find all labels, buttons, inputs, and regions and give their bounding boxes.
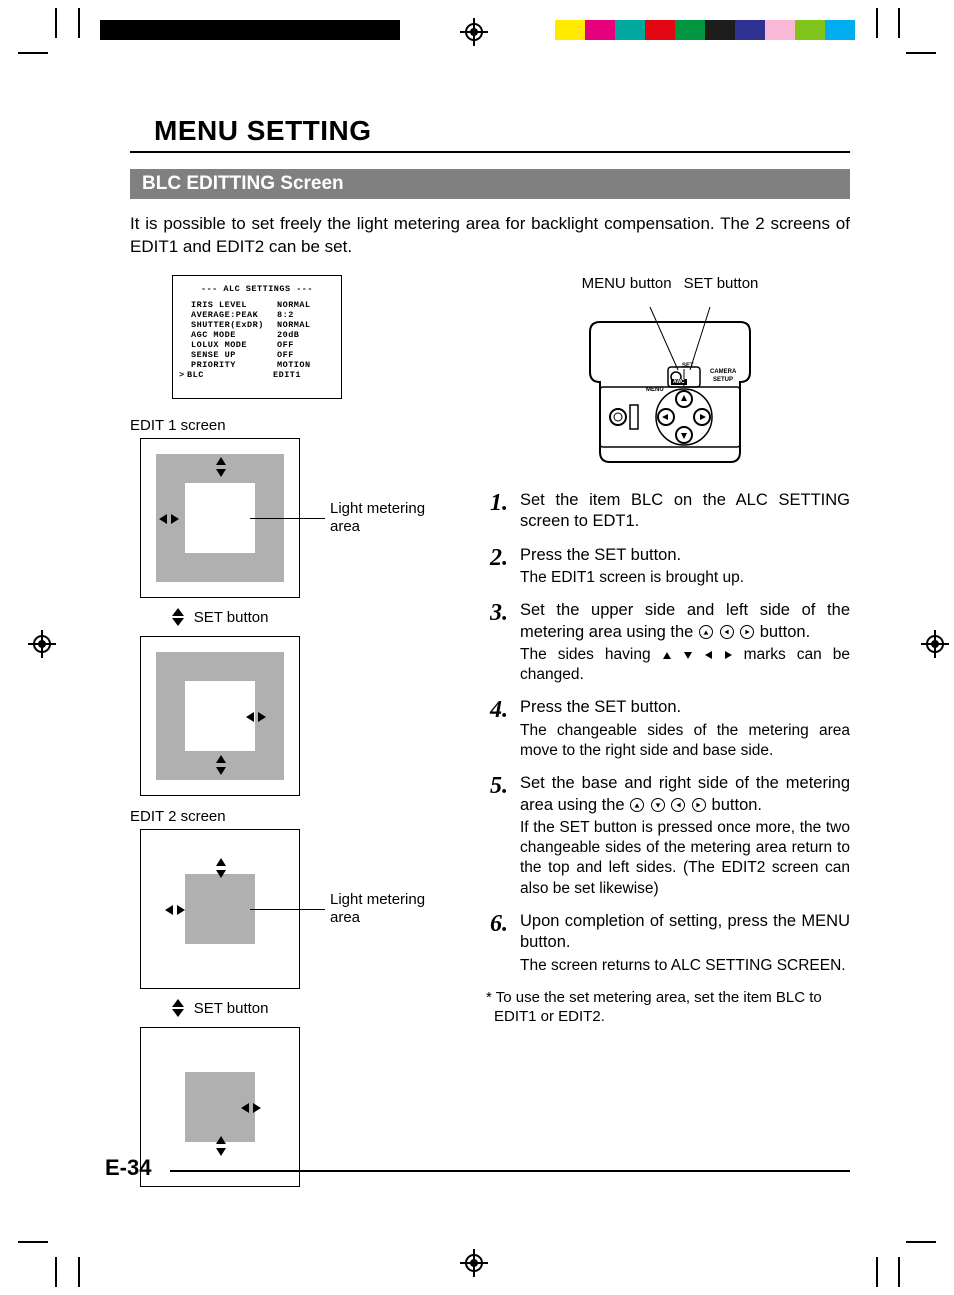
step-4: 4. Press the SET button. The changeable … <box>490 697 850 761</box>
set-button-indicator-2: SET button <box>130 999 310 1019</box>
print-black-bar <box>100 20 400 40</box>
cp-setup-tag: SETUP <box>713 377 733 383</box>
footnote: * To use the set metering area, set the … <box>490 988 850 1027</box>
alc-menu-row: AGC MODE20dB <box>179 330 335 340</box>
up-down-arrow-icon <box>172 999 184 1019</box>
registration-mark-left <box>33 635 51 653</box>
up-button-icon <box>699 625 713 639</box>
control-panel-figure: SET AWC MENU CAMERA SETUP <box>570 292 770 472</box>
alc-menu-row: SHUTTER(ExDR)NORMAL <box>179 320 335 330</box>
edit1-label: EDIT 1 screen <box>130 417 470 434</box>
registration-mark-right <box>926 635 944 653</box>
cp-set-tag: SET <box>682 363 694 369</box>
cp-menu-tag: MENU <box>646 387 664 393</box>
registration-mark-top <box>465 23 483 41</box>
alc-menu-row: AVERAGE:PEAK8:2 <box>179 310 335 320</box>
up-button-icon <box>630 798 644 812</box>
alc-menu-row: PRIORITYMOTION <box>179 360 335 370</box>
right-button-icon <box>740 625 754 639</box>
edit2-screen-box-2 <box>140 1027 300 1187</box>
alc-menu-row: >BLCEDIT1 <box>179 370 335 380</box>
alc-menu-row: LOLUX MODEOFF <box>179 340 335 350</box>
down-triangle-icon <box>684 652 692 659</box>
left-button-icon <box>720 625 734 639</box>
print-color-bars <box>555 20 855 40</box>
registration-mark-bottom <box>465 1254 483 1272</box>
edit2-label: EDIT 2 screen <box>130 808 470 825</box>
edit1-screen-box-2 <box>140 636 300 796</box>
left-triangle-icon <box>705 651 712 659</box>
callout-light-metering-2: Light metering area <box>330 891 450 927</box>
step-1: 1. Set the item BLC on the ALC SETTING s… <box>490 490 850 533</box>
callout-light-metering-1: Light metering area <box>330 500 450 536</box>
right-button-icon <box>692 798 706 812</box>
intro-text: It is possible to set freely the light m… <box>130 213 850 259</box>
step-3: 3. Set the upper side and left side of t… <box>490 600 850 685</box>
step-5: 5. Set the base and right side of the me… <box>490 773 850 898</box>
set-button-indicator-1: SET button <box>130 608 310 628</box>
step-6: 6. Upon completion of setting, press the… <box>490 911 850 976</box>
alc-menu-title: --- ALC SETTINGS --- <box>179 284 335 294</box>
alc-settings-menu: --- ALC SETTINGS --- IRIS LEVELNORMALAVE… <box>172 275 342 399</box>
page-number: E-34 <box>105 1155 151 1181</box>
page-title: MENU SETTING <box>130 115 850 153</box>
cp-menu-button-label: MENU button <box>582 275 672 292</box>
cp-camera-tag: CAMERA <box>710 369 736 375</box>
left-button-icon <box>671 798 685 812</box>
alc-menu-row: IRIS LEVELNORMAL <box>179 300 335 310</box>
section-heading: BLC EDITTING Screen <box>130 169 850 199</box>
down-button-icon <box>651 798 665 812</box>
up-down-arrow-icon <box>172 608 184 628</box>
right-triangle-icon <box>725 651 732 659</box>
up-triangle-icon <box>663 652 671 659</box>
cp-set-button-label: SET button <box>684 275 759 292</box>
cp-awc-tag: AWC <box>671 379 687 385</box>
alc-menu-row: SENSE UPOFF <box>179 350 335 360</box>
step-2: 2. Press the SET button. The EDIT1 scree… <box>490 545 850 589</box>
